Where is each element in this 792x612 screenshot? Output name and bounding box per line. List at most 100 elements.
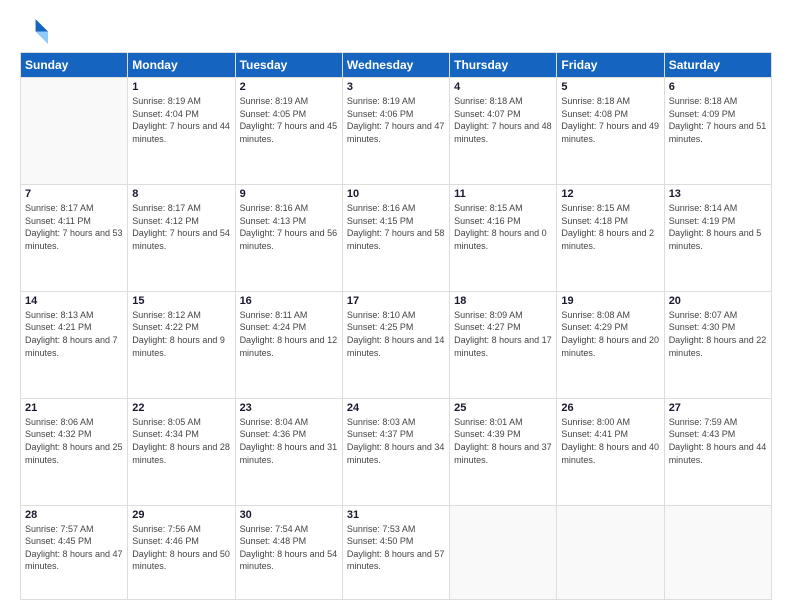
calendar-cell: 30 Sunrise: 7:54 AMSunset: 4:48 PMDayligh…: [235, 505, 342, 599]
calendar-cell: 9 Sunrise: 8:16 AMSunset: 4:13 PMDaylight…: [235, 184, 342, 291]
day-number: 22: [132, 402, 230, 414]
day-info: Sunrise: 8:19 AMSunset: 4:04 PMDaylight:…: [132, 95, 230, 145]
calendar-cell: 25Sunrise: 8:01 AMSunset: 4:39 PMDayligh…: [450, 398, 557, 505]
day-number: 26: [561, 402, 659, 414]
day-info: Sunrise: 8:03 AMSunset: 4:37 PMDaylight:…: [347, 416, 445, 466]
calendar-cell: 18 Sunrise: 8:09 AMSunset: 4:27 PMDayligh…: [450, 291, 557, 398]
day-number: 6: [669, 81, 767, 93]
day-number: 4: [454, 81, 552, 93]
day-info: Sunrise: 7:53 AMSunset: 4:50 PMDaylight:…: [347, 523, 445, 573]
day-info: Sunrise: 8:18 AMSunset: 4:07 PMDaylight:…: [454, 95, 552, 145]
calendar-cell: 19Sunrise: 8:08 AMSunset: 4:29 PMDayligh…: [557, 291, 664, 398]
day-number: 1: [132, 81, 230, 93]
calendar-week-row: 21 Sunrise: 8:06 AMSunset: 4:32 PMDayligh…: [21, 398, 772, 505]
weekday-header-friday: Friday: [557, 53, 664, 78]
calendar-cell: 31 Sunrise: 7:53 AMSunset: 4:50 PMDayligh…: [342, 505, 449, 599]
calendar-week-row: 7 Sunrise: 8:17 AMSunset: 4:11 PMDaylight…: [21, 184, 772, 291]
day-number: 8: [132, 188, 230, 200]
day-number: 14: [25, 295, 123, 307]
calendar-cell: 3 Sunrise: 8:19 AMSunset: 4:06 PMDaylight…: [342, 78, 449, 185]
calendar-cell: 15Sunrise: 8:12 AMSunset: 4:22 PMDayligh…: [128, 291, 235, 398]
day-number: 23: [240, 402, 338, 414]
day-info: Sunrise: 8:15 AMSunset: 4:18 PMDaylight:…: [561, 202, 659, 252]
day-number: 5: [561, 81, 659, 93]
day-info: Sunrise: 8:09 AMSunset: 4:27 PMDaylight:…: [454, 309, 552, 359]
calendar-cell: 17 Sunrise: 8:10 AMSunset: 4:25 PMDayligh…: [342, 291, 449, 398]
calendar-cell: 11 Sunrise: 8:15 AMSunset: 4:16 PMDayligh…: [450, 184, 557, 291]
calendar-cell: [664, 505, 771, 599]
day-number: 28: [25, 509, 123, 521]
day-info: Sunrise: 7:59 AMSunset: 4:43 PMDaylight:…: [669, 416, 767, 466]
day-number: 31: [347, 509, 445, 521]
day-info: Sunrise: 8:13 AMSunset: 4:21 PMDaylight:…: [25, 309, 123, 359]
day-info: Sunrise: 8:07 AMSunset: 4:30 PMDaylight:…: [669, 309, 767, 359]
day-number: 2: [240, 81, 338, 93]
weekday-header-thursday: Thursday: [450, 53, 557, 78]
day-number: 21: [25, 402, 123, 414]
calendar-cell: 23 Sunrise: 8:04 AMSunset: 4:36 PMDayligh…: [235, 398, 342, 505]
day-info: Sunrise: 8:15 AMSunset: 4:16 PMDaylight:…: [454, 202, 552, 252]
day-number: 13: [669, 188, 767, 200]
day-info: Sunrise: 8:10 AMSunset: 4:25 PMDaylight:…: [347, 309, 445, 359]
calendar-cell: 5 Sunrise: 8:18 AMSunset: 4:08 PMDaylight…: [557, 78, 664, 185]
calendar-cell: 21 Sunrise: 8:06 AMSunset: 4:32 PMDayligh…: [21, 398, 128, 505]
calendar-cell: 2 Sunrise: 8:19 AMSunset: 4:05 PMDaylight…: [235, 78, 342, 185]
calendar-cell: 12Sunrise: 8:15 AMSunset: 4:18 PMDayligh…: [557, 184, 664, 291]
weekday-header-monday: Monday: [128, 53, 235, 78]
calendar-cell: 22Sunrise: 8:05 AMSunset: 4:34 PMDayligh…: [128, 398, 235, 505]
weekday-header-saturday: Saturday: [664, 53, 771, 78]
calendar-cell: [450, 505, 557, 599]
weekday-header-tuesday: Tuesday: [235, 53, 342, 78]
calendar-cell: 14 Sunrise: 8:13 AMSunset: 4:21 PMDayligh…: [21, 291, 128, 398]
calendar-cell: 24 Sunrise: 8:03 AMSunset: 4:37 PMDayligh…: [342, 398, 449, 505]
calendar-cell: 10Sunrise: 8:16 AMSunset: 4:15 PMDayligh…: [342, 184, 449, 291]
day-info: Sunrise: 8:00 AMSunset: 4:41 PMDaylight:…: [561, 416, 659, 466]
calendar-cell: 28 Sunrise: 7:57 AMSunset: 4:45 PMDayligh…: [21, 505, 128, 599]
day-info: Sunrise: 8:18 AMSunset: 4:08 PMDaylight:…: [561, 95, 659, 145]
logo: [20, 16, 52, 44]
day-info: Sunrise: 8:17 AMSunset: 4:11 PMDaylight:…: [25, 202, 123, 252]
day-number: 16: [240, 295, 338, 307]
calendar-week-row: 28 Sunrise: 7:57 AMSunset: 4:45 PMDayligh…: [21, 505, 772, 599]
day-info: Sunrise: 7:56 AMSunset: 4:46 PMDaylight:…: [132, 523, 230, 573]
calendar-cell: 27Sunrise: 7:59 AMSunset: 4:43 PMDayligh…: [664, 398, 771, 505]
day-info: Sunrise: 8:12 AMSunset: 4:22 PMDaylight:…: [132, 309, 230, 359]
day-info: Sunrise: 8:01 AMSunset: 4:39 PMDaylight:…: [454, 416, 552, 466]
day-number: 7: [25, 188, 123, 200]
day-number: 19: [561, 295, 659, 307]
calendar-cell: 13Sunrise: 8:14 AMSunset: 4:19 PMDayligh…: [664, 184, 771, 291]
calendar-cell: 16 Sunrise: 8:11 AMSunset: 4:24 PMDayligh…: [235, 291, 342, 398]
day-info: Sunrise: 8:04 AMSunset: 4:36 PMDaylight:…: [240, 416, 338, 466]
day-number: 17: [347, 295, 445, 307]
weekday-header-sunday: Sunday: [21, 53, 128, 78]
day-number: 11: [454, 188, 552, 200]
page: SundayMondayTuesdayWednesdayThursdayFrid…: [0, 0, 792, 612]
day-info: Sunrise: 7:57 AMSunset: 4:45 PMDaylight:…: [25, 523, 123, 573]
calendar-cell: 4 Sunrise: 8:18 AMSunset: 4:07 PMDaylight…: [450, 78, 557, 185]
day-info: Sunrise: 7:54 AMSunset: 4:48 PMDaylight:…: [240, 523, 338, 573]
day-info: Sunrise: 8:16 AMSunset: 4:15 PMDaylight:…: [347, 202, 445, 252]
day-number: 29: [132, 509, 230, 521]
day-info: Sunrise: 8:19 AMSunset: 4:06 PMDaylight:…: [347, 95, 445, 145]
calendar-cell: [21, 78, 128, 185]
logo-icon: [20, 16, 48, 44]
day-number: 3: [347, 81, 445, 93]
calendar-cell: 20 Sunrise: 8:07 AMSunset: 4:30 PMDayligh…: [664, 291, 771, 398]
weekday-header-row: SundayMondayTuesdayWednesdayThursdayFrid…: [21, 53, 772, 78]
calendar-cell: 7 Sunrise: 8:17 AMSunset: 4:11 PMDaylight…: [21, 184, 128, 291]
day-number: 24: [347, 402, 445, 414]
day-number: 18: [454, 295, 552, 307]
day-info: Sunrise: 8:19 AMSunset: 4:05 PMDaylight:…: [240, 95, 338, 145]
day-info: Sunrise: 8:18 AMSunset: 4:09 PMDaylight:…: [669, 95, 767, 145]
calendar-week-row: 1 Sunrise: 8:19 AMSunset: 4:04 PMDaylight…: [21, 78, 772, 185]
calendar-cell: 6 Sunrise: 8:18 AMSunset: 4:09 PMDaylight…: [664, 78, 771, 185]
day-info: Sunrise: 8:11 AMSunset: 4:24 PMDaylight:…: [240, 309, 338, 359]
day-number: 30: [240, 509, 338, 521]
day-info: Sunrise: 8:06 AMSunset: 4:32 PMDaylight:…: [25, 416, 123, 466]
day-info: Sunrise: 8:16 AMSunset: 4:13 PMDaylight:…: [240, 202, 338, 252]
day-number: 9: [240, 188, 338, 200]
header: [20, 16, 772, 44]
calendar-table: SundayMondayTuesdayWednesdayThursdayFrid…: [20, 52, 772, 600]
calendar-week-row: 14 Sunrise: 8:13 AMSunset: 4:21 PMDayligh…: [21, 291, 772, 398]
day-number: 20: [669, 295, 767, 307]
